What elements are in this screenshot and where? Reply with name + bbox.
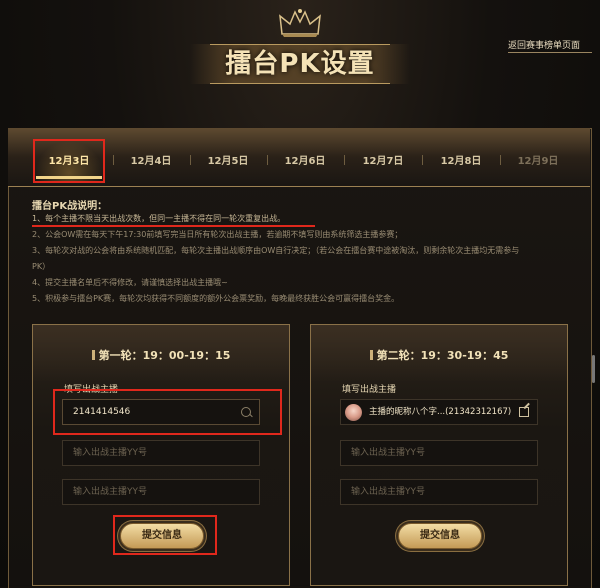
field-label: 填写出战主播 bbox=[342, 385, 397, 395]
submit-highlight-box bbox=[113, 515, 217, 555]
rule-item-3: 3、每轮次对战的公会将由系统随机匹配，每轮次主播出战顺序由OW自行决定；（若公会… bbox=[32, 246, 520, 255]
input-highlight-box bbox=[53, 389, 282, 435]
round-title: 第二轮：19：30-19：45 bbox=[311, 347, 567, 363]
tab-date-2[interactable]: 12月5日 bbox=[195, 152, 261, 168]
rule-item-3-cont: PK） bbox=[32, 262, 51, 271]
tab-date-3[interactable]: 12月6日 bbox=[272, 152, 338, 168]
rule-highlight-underline bbox=[32, 225, 315, 227]
streamer-id-input[interactable]: 输入出战主播YY号 bbox=[62, 479, 260, 505]
crown-icon bbox=[279, 9, 321, 37]
rule-item-5: 5、积极参与擂台PK赛，每轮次均获得不同额度的额外公会票奖励，每晚最终获胜公会可… bbox=[32, 294, 400, 303]
tab-separator bbox=[344, 155, 345, 165]
submit-button[interactable]: 提交信息 bbox=[398, 523, 482, 549]
rule-item-1: 1、每个主播不限当天出战次数，但同一主播不得在同一轮次重复出战。 bbox=[32, 214, 286, 223]
rules-title: 擂台PK战说明： bbox=[32, 201, 108, 212]
tab-date-6[interactable]: 12月9日 bbox=[505, 152, 571, 168]
tab-separator bbox=[500, 155, 501, 165]
streamer-id-input[interactable]: 输入出战主播YY号 bbox=[62, 440, 260, 466]
streamer-id-input[interactable]: 输入出战主播YY号 bbox=[340, 440, 538, 466]
tab-separator bbox=[267, 155, 268, 165]
back-link-underline bbox=[508, 52, 592, 53]
round-title: 第一轮：19：00-19：15 bbox=[33, 347, 289, 363]
tab-date-0[interactable]: 12月3日 bbox=[36, 152, 102, 168]
tab-separator bbox=[190, 155, 191, 165]
active-tab-indicator bbox=[36, 176, 102, 179]
page-title-banner: 擂台PK设置 bbox=[190, 38, 410, 86]
selected-streamer-chip[interactable]: 主播的昵称八个字...(21342312167) bbox=[340, 399, 538, 425]
avatar bbox=[345, 404, 362, 421]
streamer-id-input[interactable]: 输入出战主播YY号 bbox=[340, 479, 538, 505]
scrollbar[interactable] bbox=[592, 355, 595, 383]
edit-icon[interactable] bbox=[519, 407, 529, 417]
round-title-text: 第一轮：19：00-19：15 bbox=[98, 349, 231, 362]
tab-date-4[interactable]: 12月7日 bbox=[350, 152, 416, 168]
tab-date-5[interactable]: 12月8日 bbox=[428, 152, 494, 168]
tab-date-1[interactable]: 12月4日 bbox=[118, 152, 184, 168]
back-to-rankings-link[interactable]: 返回赛事榜单页面 bbox=[508, 38, 580, 51]
streamer-name: 主播的昵称八个字...(21342312167) bbox=[369, 407, 512, 417]
tab-separator bbox=[422, 155, 423, 165]
page-title: 擂台PK设置 bbox=[225, 49, 375, 79]
round-title-text: 第二轮：19：30-19：45 bbox=[376, 349, 509, 362]
rule-item-2: 2、公会OW需在每天下午17:30前填写完当日所有轮次出战主播，若逾期不填写则由… bbox=[32, 230, 403, 239]
tab-separator bbox=[113, 155, 114, 165]
rule-item-4: 4、提交主播名单后不得修改，请谨慎选择出战主播哦~ bbox=[32, 278, 228, 287]
